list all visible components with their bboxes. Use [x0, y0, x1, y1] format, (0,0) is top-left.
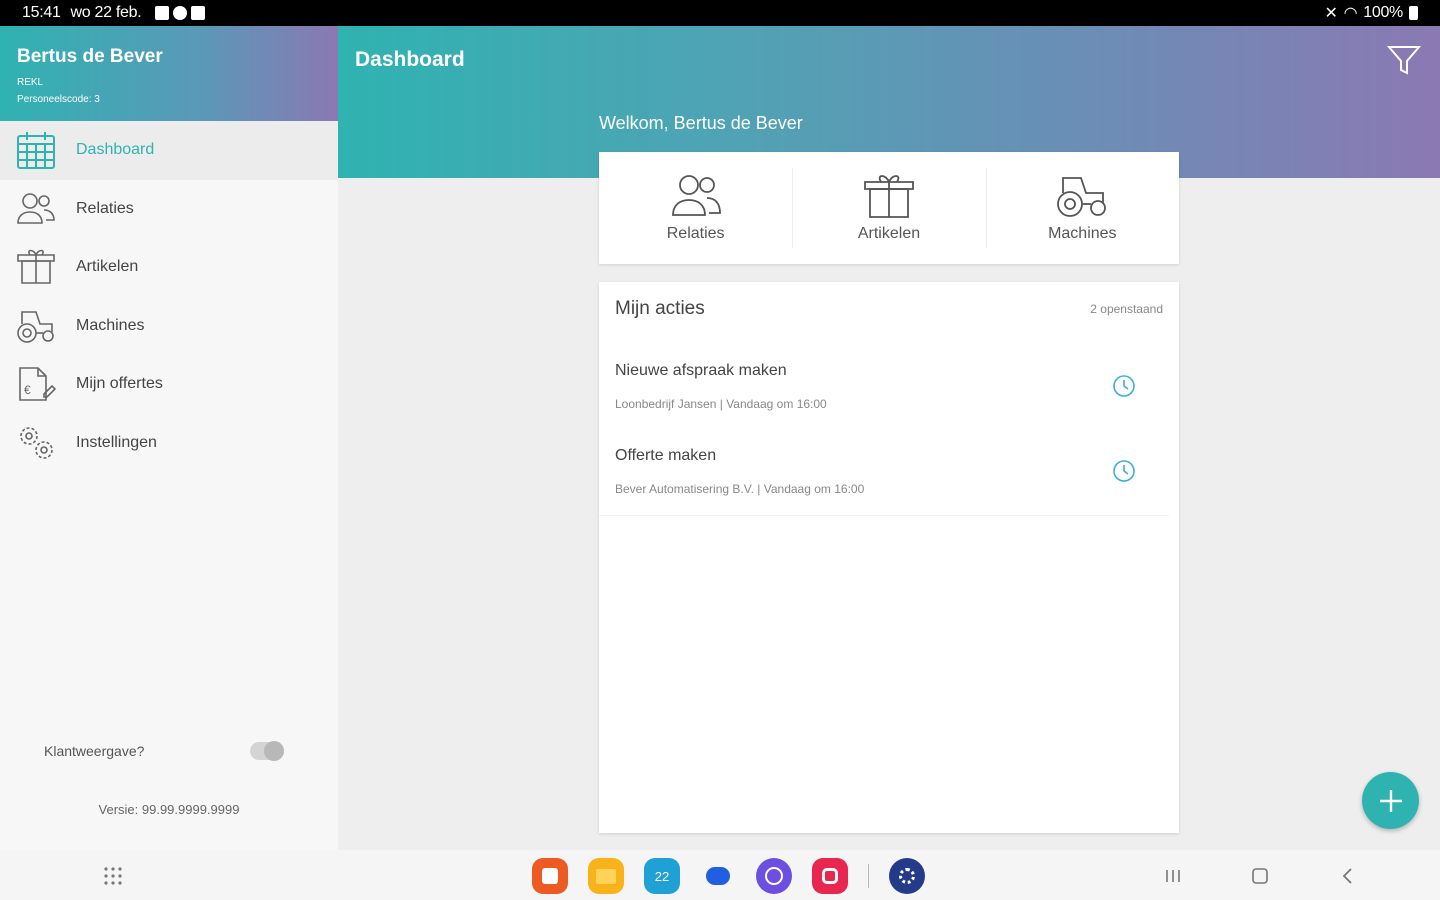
calendar-app-icon[interactable]: 22	[644, 858, 680, 894]
messages-app-icon[interactable]	[700, 858, 736, 894]
sidebar-item-label: Mijn offertes	[76, 375, 163, 393]
battery-percent: 100%	[1363, 4, 1403, 21]
my-actions-card: Mijn acties 2 openstaand Nieuwe afspraak…	[599, 282, 1179, 833]
sidebar-item-machines[interactable]: Machines	[0, 297, 338, 356]
sidebar-item-relaties[interactable]: Relaties	[0, 180, 338, 239]
quick-link-artikelen[interactable]: Artikelen	[792, 152, 985, 264]
user-name: Bertus de Bever	[17, 46, 163, 67]
sidebar-item-instellingen[interactable]: Instellingen	[0, 414, 338, 473]
action-list: Nieuwe afspraak maken Loonbedrijf Jansen…	[599, 346, 1179, 516]
tractor-icon	[1057, 177, 1107, 217]
status-date: wo 22 feb.	[70, 4, 142, 21]
box-icon	[17, 249, 55, 285]
open-count: 2 openstaand	[1090, 302, 1163, 316]
sidebar-item-label: Machines	[76, 316, 145, 334]
internet-app-icon[interactable]	[756, 858, 792, 894]
calendar-day: 22	[654, 868, 670, 884]
status-bar: 15:41 wo 22 feb. ✕ ◠ 100%	[0, 0, 1440, 26]
mute-icon: ✕	[1324, 5, 1338, 22]
action-item[interactable]: Offerte maken Bever Automatisering B.V. …	[599, 431, 1169, 516]
battery-icon	[1409, 6, 1418, 20]
home-button-icon[interactable]	[1247, 863, 1273, 889]
quick-link-label: Artikelen	[857, 225, 921, 242]
quick-link-label: Relaties	[666, 225, 725, 242]
recents-button-icon[interactable]	[1160, 863, 1186, 889]
sidebar: Bertus de Bever REKL Personeelscode: 3 D…	[0, 26, 338, 850]
sidebar-item-label: Dashboard	[76, 141, 155, 159]
svg-text:€: €	[24, 383, 31, 397]
sidebar-item-label: Relaties	[76, 199, 134, 217]
notification-icons	[155, 6, 206, 20]
gears-icon	[20, 426, 53, 459]
files-app-icon[interactable]	[588, 858, 624, 894]
quick-links-card: Relaties Artikelen Machines	[599, 152, 1179, 264]
clock-icon	[1113, 460, 1135, 482]
calendar-icon	[17, 132, 55, 170]
sidebar-item-label: Artikelen	[76, 258, 139, 276]
sidebar-nav: Dashboard Relaties Artikelen Machines € …	[0, 121, 338, 472]
quick-link-relaties[interactable]: Relaties	[599, 152, 792, 264]
wifi-icon: ◠	[1343, 5, 1358, 22]
quick-link-label: Machines	[1048, 225, 1117, 242]
sidebar-footer: Klantweergave? Versie: 99.99.9999.9999	[0, 738, 338, 850]
box-icon	[864, 175, 914, 218]
dock-divider	[868, 864, 869, 888]
system-taskbar: 22	[0, 850, 1440, 900]
tractor-icon	[17, 310, 54, 343]
quick-link-machines[interactable]: Machines	[985, 152, 1179, 264]
client-view-toggle[interactable]	[250, 741, 284, 761]
my-actions-header: Mijn acties 2 openstaand	[599, 282, 1179, 320]
user-header: Bertus de Bever REKL Personeelscode: 3	[0, 26, 338, 121]
filter-icon[interactable]	[1386, 42, 1422, 78]
plus-icon	[1379, 789, 1402, 812]
notes-app-icon[interactable]	[532, 858, 568, 894]
app-version: Versie: 99.99.9999.9999	[98, 802, 240, 817]
action-item[interactable]: Nieuwe afspraak maken Loonbedrijf Jansen…	[599, 346, 1169, 431]
clock-icon	[1113, 375, 1135, 397]
welcome-text: Welkom, Bertus de Bever	[599, 113, 803, 133]
user-role: REKL	[17, 77, 44, 88]
back-button-icon[interactable]	[1335, 863, 1361, 889]
staff-code: Personeelscode: 3	[17, 94, 100, 105]
people-icon	[17, 192, 55, 224]
page-title: Dashboard	[355, 48, 465, 71]
app-drawer-icon[interactable]	[102, 865, 124, 887]
action-title: Nieuwe afspraak maken	[615, 362, 787, 379]
my-actions-title: Mijn acties	[615, 298, 705, 319]
sidebar-item-mijn-offertes[interactable]: € Mijn offertes	[0, 355, 338, 414]
sidebar-item-dashboard[interactable]: Dashboard	[0, 121, 338, 180]
status-time: 15:41	[22, 4, 61, 21]
client-view-label: Klantweergave?	[44, 743, 145, 759]
quote-document-icon: €	[19, 367, 56, 402]
people-icon	[671, 175, 721, 216]
camera-app-icon[interactable]	[812, 858, 848, 894]
app-dock: 22	[532, 858, 925, 894]
action-subtitle: Loonbedrijf Jansen | Vandaag om 16:00	[615, 397, 827, 411]
sidebar-item-label: Instellingen	[76, 433, 157, 451]
settings-app-icon[interactable]	[889, 858, 925, 894]
client-view-row: Klantweergave?	[44, 741, 284, 761]
sidebar-item-artikelen[interactable]: Artikelen	[0, 238, 338, 297]
action-title: Offerte maken	[615, 447, 717, 464]
add-button[interactable]	[1362, 772, 1419, 829]
action-subtitle: Bever Automatisering B.V. | Vandaag om 1…	[615, 482, 865, 496]
